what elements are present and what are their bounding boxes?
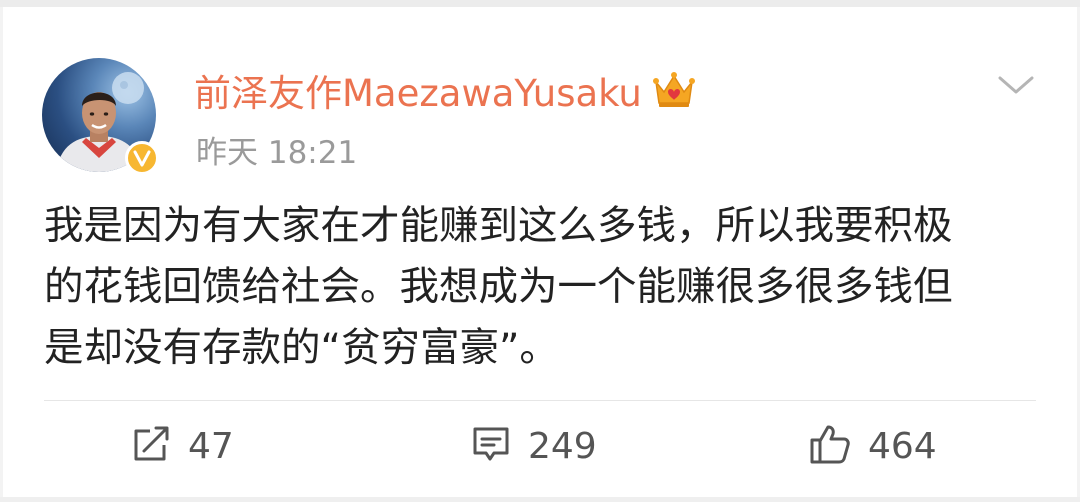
repost-count: 47: [188, 425, 234, 467]
repost-icon: [130, 423, 172, 469]
actions-divider: [44, 400, 1036, 401]
like-count: 464: [868, 425, 937, 467]
thumbs-up-icon: [808, 422, 852, 470]
top-divider: [0, 0, 1080, 7]
comment-button[interactable]: 249: [470, 418, 597, 474]
repost-button[interactable]: 47: [130, 418, 234, 474]
author-name[interactable]: 前泽友作MaezawaYusaku: [194, 63, 642, 117]
weibo-post-card: 前泽友作MaezawaYusaku 昨天 18:21 我是因为有大家在才能赚到这…: [0, 0, 1080, 502]
post-text: 我是因为有大家在才能赚到这么多钱，所以我要积极 的花钱回馈给社会。我想成为一个能…: [44, 196, 1034, 379]
post-text-line: 的花钱回馈给社会。我想成为一个能赚很多很多钱但: [44, 264, 953, 310]
post-timestamp: 昨天 18:21: [196, 135, 358, 171]
author-row: 前泽友作MaezawaYusaku: [194, 62, 696, 118]
post-text-line: 我是因为有大家在才能赚到这么多钱，所以我要积极: [44, 203, 953, 249]
post-text-line: 是却没有存款的“贫穷富豪”。: [44, 325, 559, 371]
left-edge: [0, 7, 3, 502]
chevron-down-icon[interactable]: [996, 72, 1036, 98]
verified-badge-icon: [125, 141, 159, 175]
comment-count: 249: [528, 425, 597, 467]
comment-icon: [470, 423, 512, 469]
crown-icon[interactable]: [652, 70, 696, 110]
bottom-divider: [0, 497, 1080, 502]
like-button[interactable]: 464: [808, 418, 937, 474]
